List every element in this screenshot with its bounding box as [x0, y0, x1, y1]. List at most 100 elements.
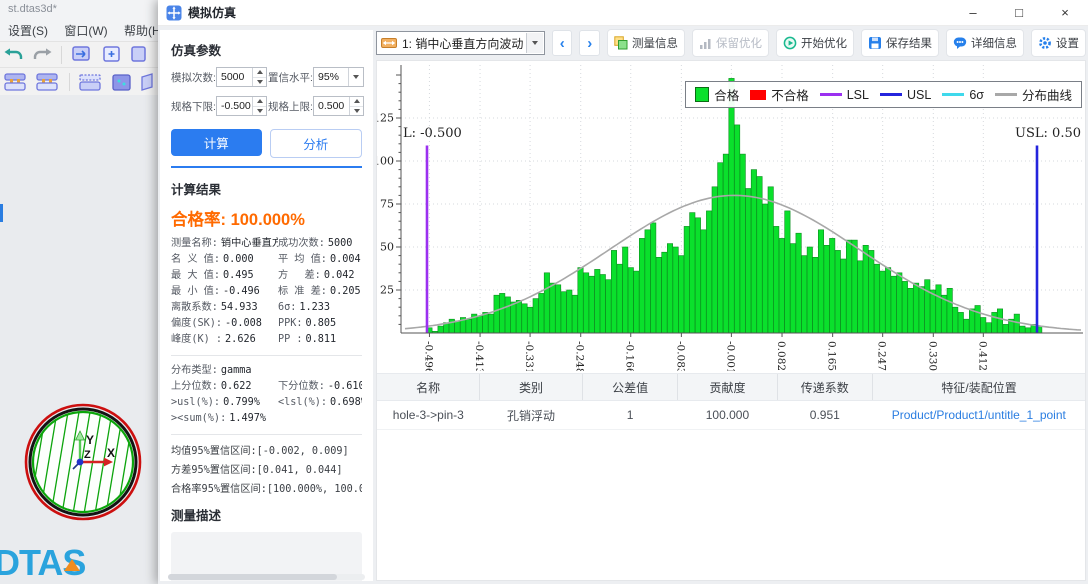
- result-stats: 测量名称:销中心垂直方向波动成功次数:5000 名 义 值:0.000平 均 值:…: [171, 236, 362, 348]
- table-row[interactable]: hole-3->pin-3 孔销浮动 1 100.000 0.951 Produ…: [377, 400, 1085, 430]
- svg-text:-0.248: -0.248: [574, 341, 586, 371]
- undo-icon[interactable]: [3, 45, 25, 65]
- scrollbar-thumb[interactable]: [168, 574, 338, 580]
- logo-triangle: [64, 559, 80, 571]
- stat-row: 偏度(SK): -0.008 PPK: 0.805: [171, 318, 337, 329]
- settings-button[interactable]: 设置: [1031, 29, 1086, 57]
- menu-settings[interactable]: 设置(S): [8, 24, 48, 38]
- svg-text:50: 50: [380, 241, 394, 254]
- confidence-select[interactable]: 95%: [313, 67, 364, 87]
- cell-category: 孔销浮动: [479, 400, 583, 430]
- minimize-button[interactable]: –: [950, 0, 996, 26]
- stat-row: 分布类型: gamma: [171, 365, 252, 376]
- close-button[interactable]: ×: [1042, 0, 1088, 26]
- open-box-icon[interactable]: [140, 71, 156, 93]
- cell-tolerance: 1: [582, 400, 678, 430]
- export-report-icon[interactable]: [70, 45, 94, 65]
- simulation-dialog: 模拟仿真 – □ × 仿真参数 模拟次数: 5000 置信水平: 95% 规格下…: [158, 0, 1088, 584]
- stat-row: ><sum(%): 1.497%: [171, 413, 267, 424]
- axis-z-label: Z: [84, 449, 91, 461]
- stat-row: 峰度(K) :2.626 PP :0.811: [171, 334, 337, 345]
- import-icon[interactable]: [130, 45, 146, 65]
- new-document-icon[interactable]: [100, 45, 124, 65]
- svg-text:-0.413: -0.413: [473, 341, 485, 371]
- chevron-down-icon[interactable]: [525, 33, 543, 53]
- spec-lower-label: 规格下限:: [171, 100, 216, 113]
- col-category[interactable]: 类别: [479, 373, 583, 401]
- measure-desc-title: 测量描述: [171, 509, 222, 523]
- axis-x-label: X: [107, 446, 115, 460]
- legend-curve-swatch: [994, 93, 1017, 96]
- prev-measurement-button[interactable]: ‹: [551, 30, 573, 56]
- cell-coefficient: 0.951: [777, 400, 873, 430]
- part-circle-graphic: Y Z X: [24, 403, 142, 521]
- dtas-logo: DTAS: [0, 542, 86, 583]
- save-results-button[interactable]: 保存结果: [861, 29, 939, 57]
- pass-rate: 合格率: 100.000%: [171, 211, 305, 229]
- measurement-select[interactable]: 1: 销中心垂直方向波动: [376, 31, 545, 55]
- col-contribution[interactable]: 贡献度: [677, 373, 777, 401]
- dialog-titlebar[interactable]: 模拟仿真 – □ ×: [158, 0, 1088, 26]
- spinner-arrows-icon[interactable]: [252, 97, 266, 115]
- legend-pass-label: 合格: [714, 89, 740, 103]
- distribution-stats: 分布类型: gamma 上分位数: 0.622 下分位数: -0.610 >usl(%): 0…: [171, 363, 362, 427]
- main-menubar: 设置(S) 窗口(W) 帮助(H): [8, 22, 178, 39]
- col-feature-position[interactable]: 特征/装配位置: [872, 373, 1085, 401]
- confidence-intervals: 均值95%置信区间:[-0.002, 0.009] 方差95%置信区间:[0.04…: [171, 442, 362, 499]
- detail-info-button[interactable]: 详细信息: [946, 29, 1024, 57]
- main-toolbar-row2: [0, 67, 160, 96]
- col-name[interactable]: 名称: [377, 373, 480, 401]
- legend-pass-swatch: [695, 87, 710, 102]
- cell-feature-link[interactable]: Product/Product1/untitle_1_point: [872, 400, 1085, 430]
- confidence-label: 置信水平:: [268, 71, 313, 84]
- measure-info-button[interactable]: 测量信息: [607, 29, 685, 57]
- col-tolerance[interactable]: 公差值: [581, 373, 678, 401]
- spec-upper-spinner[interactable]: 0.500: [313, 96, 364, 116]
- legend-usl-label: USL: [906, 87, 932, 102]
- sim-count-spinner[interactable]: 5000: [216, 67, 267, 87]
- start-optimize-button[interactable]: 开始优化: [776, 29, 854, 57]
- press-tool2-icon[interactable]: [35, 71, 61, 93]
- stat-row: 测量名称:销中心垂直方向波动成功次数:5000: [171, 238, 353, 249]
- results-section-title: 计算结果: [171, 183, 222, 197]
- press-tool-icon[interactable]: [3, 71, 29, 93]
- dialog-icon: [166, 5, 182, 21]
- next-measurement-button[interactable]: ›: [579, 30, 600, 56]
- menu-window[interactable]: 窗口(W): [64, 24, 107, 38]
- svg-text:-0.166: -0.166: [624, 341, 636, 371]
- redo-icon[interactable]: [31, 45, 53, 65]
- col-coefficient[interactable]: 传递系数: [776, 373, 873, 401]
- contribution-table: 名称 类别 公差值 贡献度 传递系数 特征/装配位置 hole-3->pin-3: [377, 373, 1085, 430]
- play-icon: [783, 36, 797, 50]
- spec-lower-spinner[interactable]: -0.500: [216, 96, 267, 116]
- simulation-cube-icon[interactable]: [110, 71, 134, 93]
- svg-text:-0.331: -0.331: [523, 341, 535, 371]
- legend-6sigma-label: 6σ: [969, 87, 984, 102]
- svg-text:-0.001: -0.001: [724, 341, 736, 371]
- maximize-button[interactable]: □: [996, 0, 1042, 26]
- horizontal-scrollbar[interactable]: [168, 574, 365, 580]
- lsl-label: L: -0.500: [403, 126, 462, 141]
- action-buttons: 测量信息 保留优化 开始优化 保存结果 详细信息 设置: [600, 29, 1086, 57]
- spinner-arrows-icon[interactable]: [252, 68, 266, 86]
- bar-chart-icon: [699, 37, 712, 50]
- 3d-viewport[interactable]: Y Z X: [10, 396, 156, 558]
- params-grid: 模拟次数: 5000 置信水平: 95% 规格下限: -0.500 规格上限: …: [171, 67, 364, 116]
- chevron-down-icon[interactable]: [348, 68, 363, 86]
- spinner-arrows-icon[interactable]: [349, 97, 363, 115]
- analyze-button[interactable]: 分析: [269, 129, 362, 158]
- svg-text:125: 125: [377, 112, 394, 125]
- calculate-button[interactable]: 计算: [171, 129, 262, 156]
- stat-row: 离散系数: 54.933 6σ: 1.233: [171, 302, 331, 313]
- stat-row: 最 大 值: 0.495 方 差: 0.042: [171, 270, 355, 281]
- keep-optimize-button[interactable]: 保留优化: [692, 29, 769, 57]
- svg-text:0.412: 0.412: [976, 341, 988, 371]
- application-window: st.dtas3d* 设置(S) 窗口(W) 帮助(H) Y Z X DTAS …: [0, 0, 1088, 584]
- dimension-icon: [381, 37, 397, 49]
- simulation-right-panel: 1: 销中心垂直方向波动 ‹ › 测量信息 保留优化 开始优化 保存结果 详细信…: [376, 26, 1086, 584]
- confidence-interval-line: 合格率95%置信区间:[100.000%, 100.000%]: [171, 484, 362, 495]
- fixture-icon[interactable]: [78, 71, 104, 93]
- dialog-title: 模拟仿真: [188, 6, 237, 20]
- params-section-title: 仿真参数: [171, 44, 222, 58]
- legend-fail-label: 不合格: [771, 89, 809, 103]
